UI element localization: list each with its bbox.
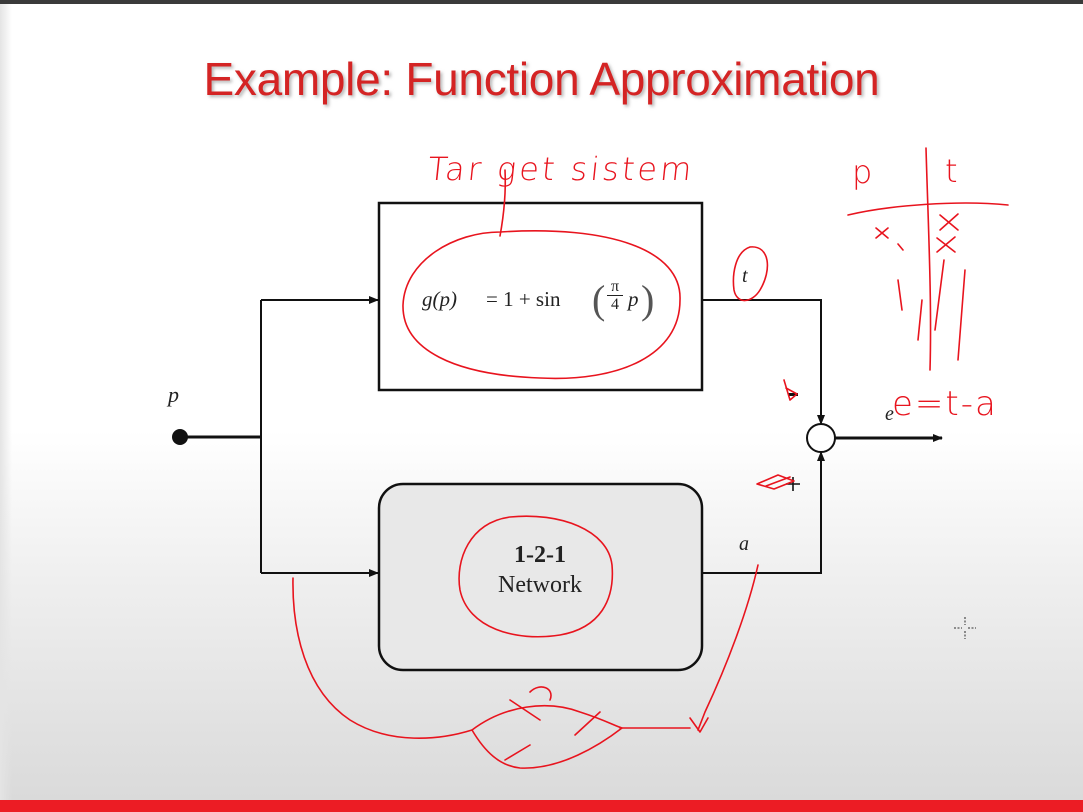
table-entry-x2 — [939, 213, 959, 231]
network-output-feedback-annotation — [697, 564, 759, 731]
network-label: 1-2-1 Network — [440, 540, 640, 600]
table-header-t: t — [945, 152, 958, 190]
equation-argument: p — [628, 287, 639, 311]
feedback-arrowhead-annotation — [689, 717, 709, 733]
t-circle-annotation — [732, 246, 769, 302]
slide-bottom-bar — [0, 800, 1083, 812]
target-output-line — [702, 299, 825, 425]
slide: Example: Function Approximation g(p) = 1… — [0, 0, 1083, 812]
training-loop-annotation — [471, 704, 623, 769]
input-label: p — [168, 382, 179, 407]
fraction-numerator: π — [607, 278, 623, 296]
network-label-line1: 1-2-1 — [514, 542, 566, 568]
minus-annotation — [783, 379, 798, 401]
table-entry-x1 — [875, 227, 889, 239]
equation-lhs: g(p) — [422, 287, 457, 311]
fraction-denominator: 4 — [611, 296, 619, 313]
table-header-p: p — [852, 153, 873, 191]
equation-rhs-prefix: = 1 + sin — [486, 287, 561, 311]
target-system-note: Tar get sistem — [426, 150, 697, 188]
network-label-line2: Network — [498, 572, 582, 598]
target-label: t — [742, 265, 748, 287]
training-loop-detail — [504, 686, 691, 761]
crosshair-cursor-icon — [954, 617, 976, 639]
network-output-label: a — [739, 533, 749, 555]
plus-annotation — [756, 474, 795, 490]
left-paren-icon: ( — [592, 277, 606, 322]
table-entry-x3 — [936, 236, 956, 253]
network-output-line — [702, 451, 825, 574]
table-entry-marks — [897, 243, 966, 361]
summing-junction — [806, 423, 836, 453]
table-vertical-line — [925, 147, 932, 371]
right-paren-icon: ) — [641, 277, 655, 322]
error-formula-annotation: e=t-a — [892, 384, 998, 424]
pi-over-four-fraction: π 4 — [607, 278, 623, 313]
target-function-equation: g(p) = 1 + sin ( π 4 p ) — [388, 277, 688, 324]
